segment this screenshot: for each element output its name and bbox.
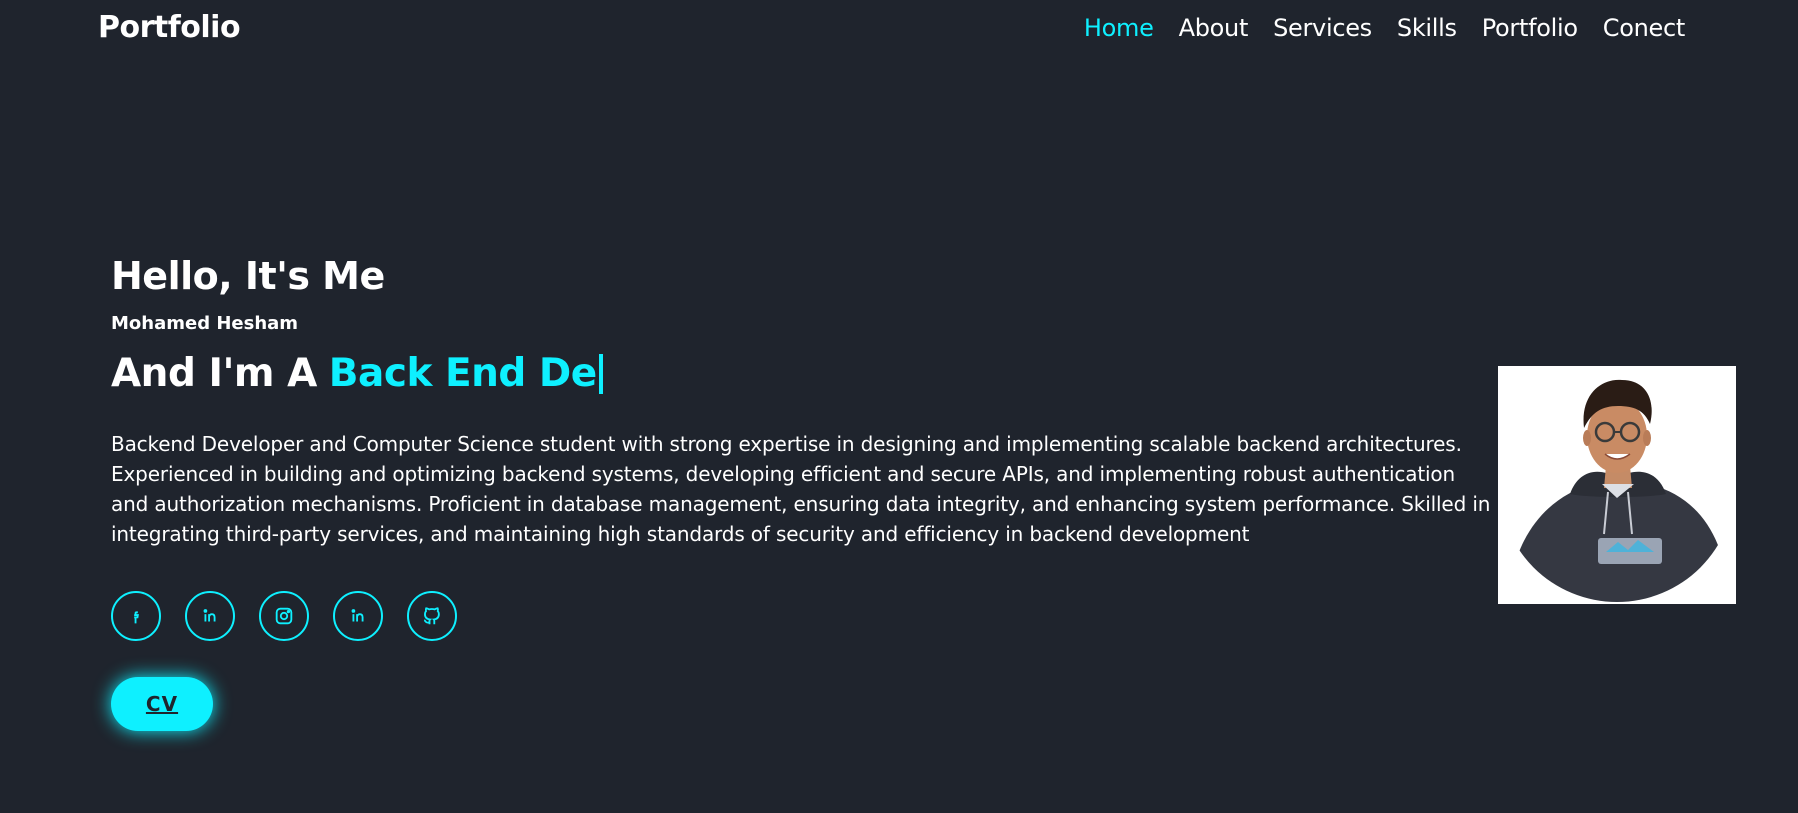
github-link[interactable]: [407, 591, 457, 641]
linkedin-link-2[interactable]: [333, 591, 383, 641]
site-header: Portfolio Home About Services Skills Por…: [0, 0, 1798, 64]
instagram-link[interactable]: [259, 591, 309, 641]
hero-section: Hello, It's Me Mohamed Hesham And I'm A …: [111, 248, 1491, 549]
role-typed-text: Back End De: [328, 351, 597, 396]
linkedin-icon: [351, 609, 364, 622]
github-icon: [423, 607, 440, 625]
role-prefix: And I'm A: [111, 351, 317, 396]
logo[interactable]: Portfolio: [98, 10, 241, 45]
nav-services[interactable]: Services: [1273, 14, 1372, 42]
nav-about[interactable]: About: [1179, 14, 1249, 42]
greeting-heading: Hello, It's Me: [111, 254, 385, 298]
cv-button[interactable]: CV: [111, 677, 213, 731]
nav-portfolio[interactable]: Portfolio: [1482, 14, 1578, 42]
linkedin-icon: [203, 609, 216, 622]
main-nav: Home About Services Skills Portfolio Con…: [1084, 14, 1685, 42]
linkedin-link[interactable]: [185, 591, 235, 641]
hero-description: Backend Developer and Computer Science s…: [111, 432, 1491, 546]
nav-connect[interactable]: Conect: [1603, 14, 1686, 42]
nav-skills[interactable]: Skills: [1397, 14, 1457, 42]
typing-cursor: [598, 354, 603, 394]
facebook-icon: [134, 611, 139, 624]
person-name: Mohamed Hesham: [111, 313, 299, 334]
role-heading: And I'm A Back End De: [111, 349, 1491, 399]
profile-portrait-image: [1498, 366, 1736, 604]
nav-home[interactable]: Home: [1084, 14, 1154, 42]
profile-photo: [1498, 366, 1736, 604]
instagram-icon: [275, 607, 293, 625]
facebook-link[interactable]: [111, 591, 161, 641]
social-links: [111, 591, 457, 641]
